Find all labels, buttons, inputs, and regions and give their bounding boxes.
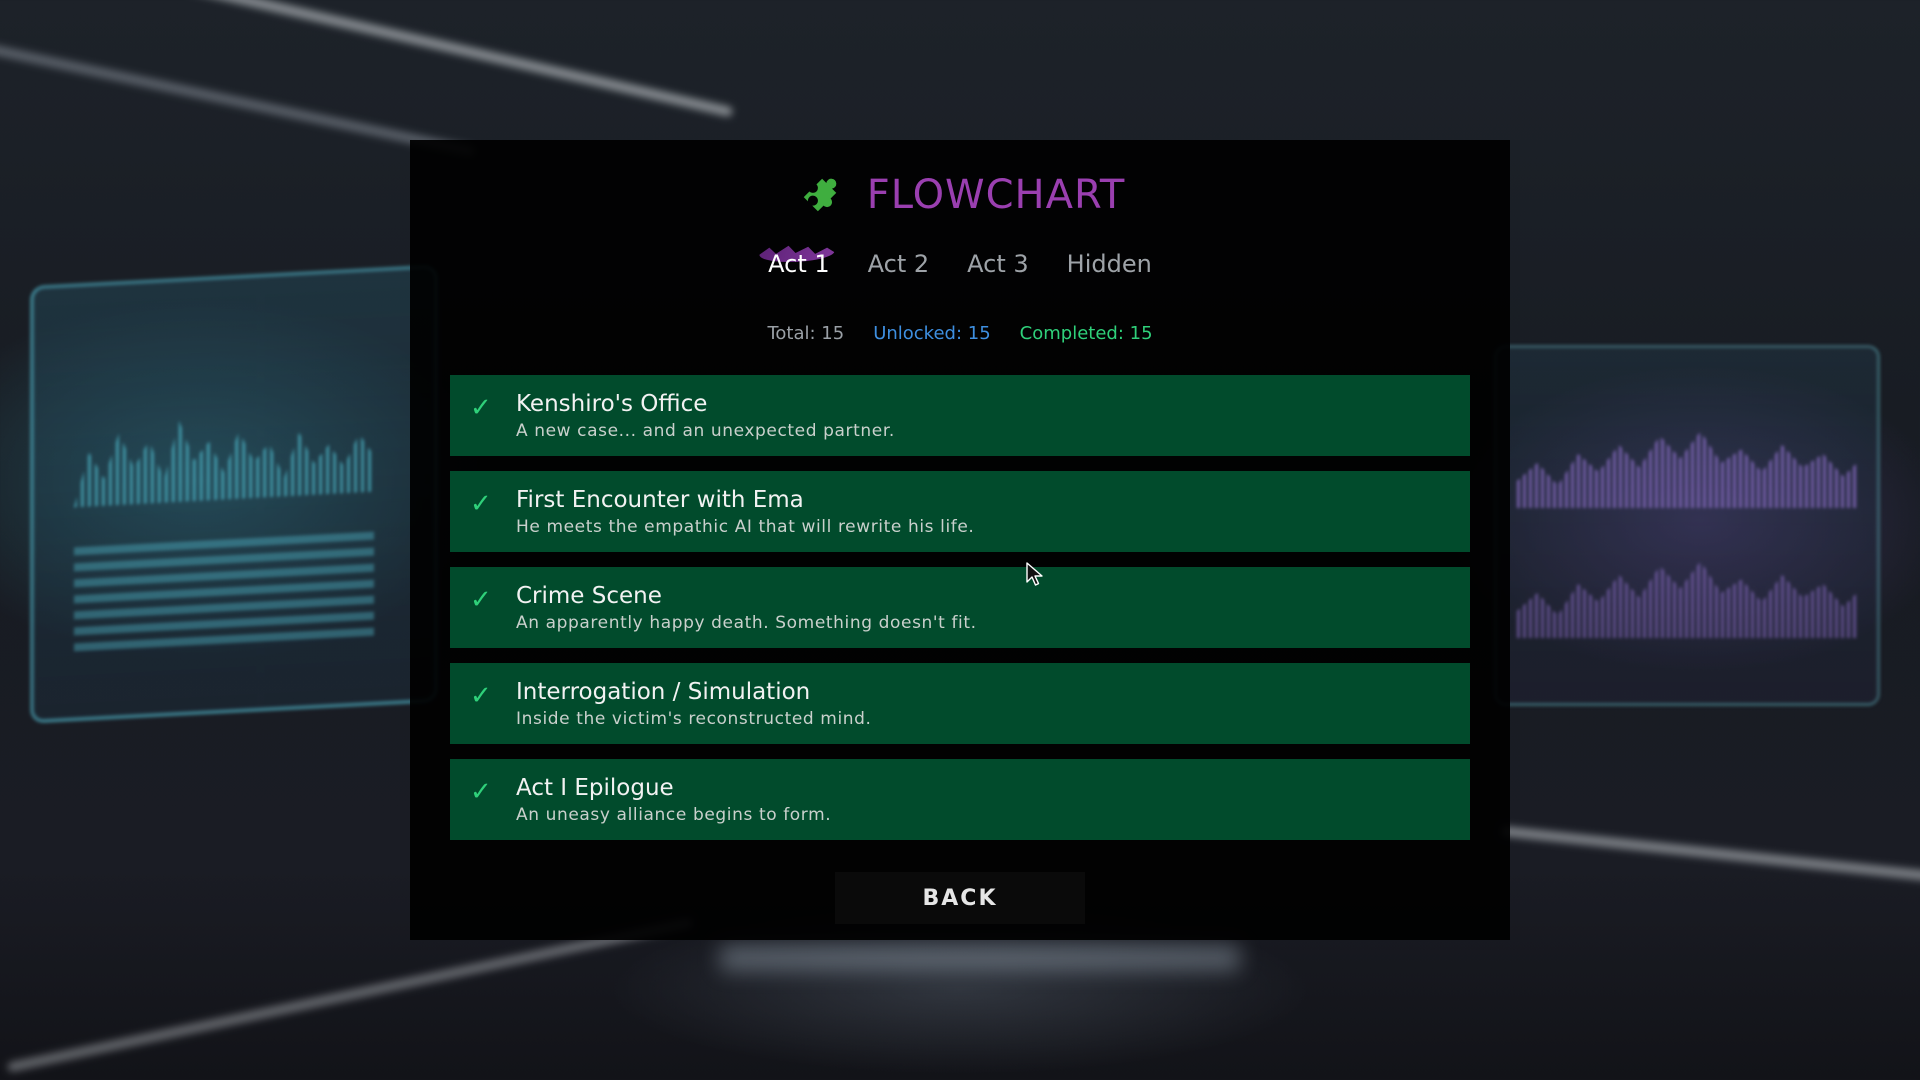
chapter-title: First Encounter with Ema (516, 487, 804, 513)
chapter-list: ✓ Kenshiro's Office A new case... and an… (450, 375, 1470, 855)
chapter-description: An apparently happy death. Something doe… (516, 613, 977, 633)
chapter-card-kenshiros-office[interactable]: ✓ Kenshiro's Office A new case... and an… (450, 375, 1470, 456)
tab-label: Act 1 (768, 250, 830, 278)
puzzle-piece-icon (795, 170, 845, 220)
check-icon: ✓ (470, 585, 492, 615)
tab-act-1[interactable]: Act 1 (766, 250, 832, 290)
mouse-cursor-icon (1026, 562, 1043, 586)
tab-hidden[interactable]: Hidden (1065, 250, 1154, 290)
tab-label: Act 3 (967, 250, 1029, 278)
check-icon: ✓ (470, 777, 492, 807)
check-icon: ✓ (470, 489, 492, 519)
progress-stats: Total: 15 Unlocked: 15 Completed: 15 (410, 323, 1510, 344)
act-tabs: Act 1 Act 2 Act 3 Hidden (410, 250, 1510, 290)
chapter-description: He meets the empathic AI that will rewri… (516, 517, 975, 537)
chapter-card-interrogation[interactable]: ✓ Interrogation / Simulation Inside the … (450, 663, 1470, 744)
chapter-title: Kenshiro's Office (516, 391, 708, 417)
page-title: FLOWCHART (866, 172, 1126, 218)
check-icon: ✓ (470, 393, 492, 423)
tab-label: Act 2 (867, 250, 930, 278)
chapter-title: Crime Scene (516, 583, 662, 609)
chapter-card-first-encounter[interactable]: ✓ First Encounter with Ema He meets the … (450, 471, 1470, 552)
chapter-description: A new case... and an unexpected partner. (516, 421, 895, 441)
chapter-title: Act I Epilogue (516, 775, 674, 801)
chapter-card-crime-scene[interactable]: ✓ Crime Scene An apparently happy death.… (450, 567, 1470, 648)
stat-unlocked: Unlocked: 15 (873, 323, 991, 344)
tab-label: Hidden (1066, 250, 1152, 278)
tab-act-3[interactable]: Act 3 (965, 250, 1031, 290)
stat-completed: Completed: 15 (1019, 323, 1153, 344)
chapter-description: An uneasy alliance begins to form. (516, 805, 832, 825)
flowchart-panel: FLOWCHART Act 1 Act 2 Act 3 Hidden Total… (410, 140, 1510, 940)
stat-total: Total: 15 (767, 323, 845, 344)
tab-act-2[interactable]: Act 2 (866, 250, 932, 290)
title-row: FLOWCHART (410, 168, 1510, 222)
background-monitor-right (1494, 345, 1880, 706)
chapter-title: Interrogation / Simulation (516, 679, 811, 705)
chapter-description: Inside the victim's reconstructed mind. (516, 709, 872, 729)
background-monitor-left (30, 264, 438, 724)
back-button[interactable]: BACK (835, 872, 1085, 924)
chapter-card-act-1-epilogue[interactable]: ✓ Act I Epilogue An uneasy alliance begi… (450, 759, 1470, 840)
check-icon: ✓ (470, 681, 492, 711)
